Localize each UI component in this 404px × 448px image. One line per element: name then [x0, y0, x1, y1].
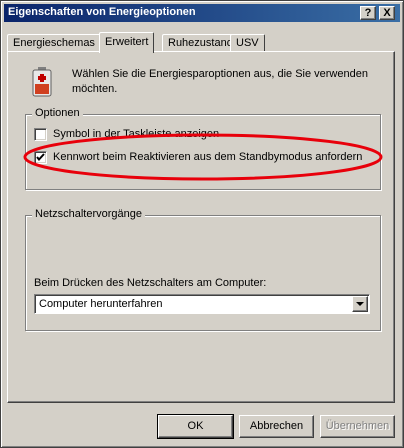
- tray-icon-checkbox[interactable]: [34, 127, 47, 141]
- apply-button[interactable]: Übernehmen: [320, 415, 395, 438]
- chevron-down-icon: [356, 302, 364, 306]
- password-on-resume-option[interactable]: Kennwort beim Reaktivieren aus dem Stand…: [34, 149, 362, 165]
- password-on-resume-label: Kennwort beim Reaktivieren aus dem Stand…: [53, 151, 363, 163]
- options-legend: Optionen: [32, 107, 83, 119]
- tab-ruhezustand[interactable]: Ruhezustand: [162, 34, 239, 52]
- tray-icon-option[interactable]: Symbol in der Taskleiste anzeigen: [34, 126, 219, 142]
- properties-dialog: Eigenschaften von Energieoptionen ? X En…: [0, 0, 404, 448]
- tab-erweitert[interactable]: Erweitert: [99, 32, 155, 53]
- tab-usv[interactable]: USV: [230, 34, 265, 52]
- intro-text: Wählen Sie die Energiesparoptionen aus, …: [72, 68, 368, 95]
- tray-icon-label: Symbol in der Taskleiste anzeigen: [53, 128, 220, 140]
- power-button-action-select[interactable]: Computer herunterfahren: [34, 294, 370, 314]
- title-bar[interactable]: Eigenschaften von Energieoptionen ? X: [4, 4, 400, 22]
- password-on-resume-checkbox[interactable]: [34, 150, 47, 164]
- power-button-legend: Netzschaltervorgänge: [32, 208, 146, 220]
- checkmark-icon: [36, 152, 45, 161]
- help-button[interactable]: ?: [360, 6, 376, 20]
- cancel-button[interactable]: Abbrechen: [239, 415, 314, 438]
- ok-button[interactable]: OK: [157, 414, 234, 439]
- power-button-action-value: Computer herunterfahren: [39, 298, 163, 310]
- power-button-label: Beim Drücken des Netzschalters am Comput…: [34, 277, 267, 289]
- battery-icon: [32, 67, 52, 97]
- dropdown-button[interactable]: [352, 296, 368, 312]
- window-title: Eigenschaften von Energieoptionen: [8, 6, 196, 18]
- close-button[interactable]: X: [379, 6, 395, 20]
- tab-energieschemas[interactable]: Energieschemas: [7, 34, 101, 52]
